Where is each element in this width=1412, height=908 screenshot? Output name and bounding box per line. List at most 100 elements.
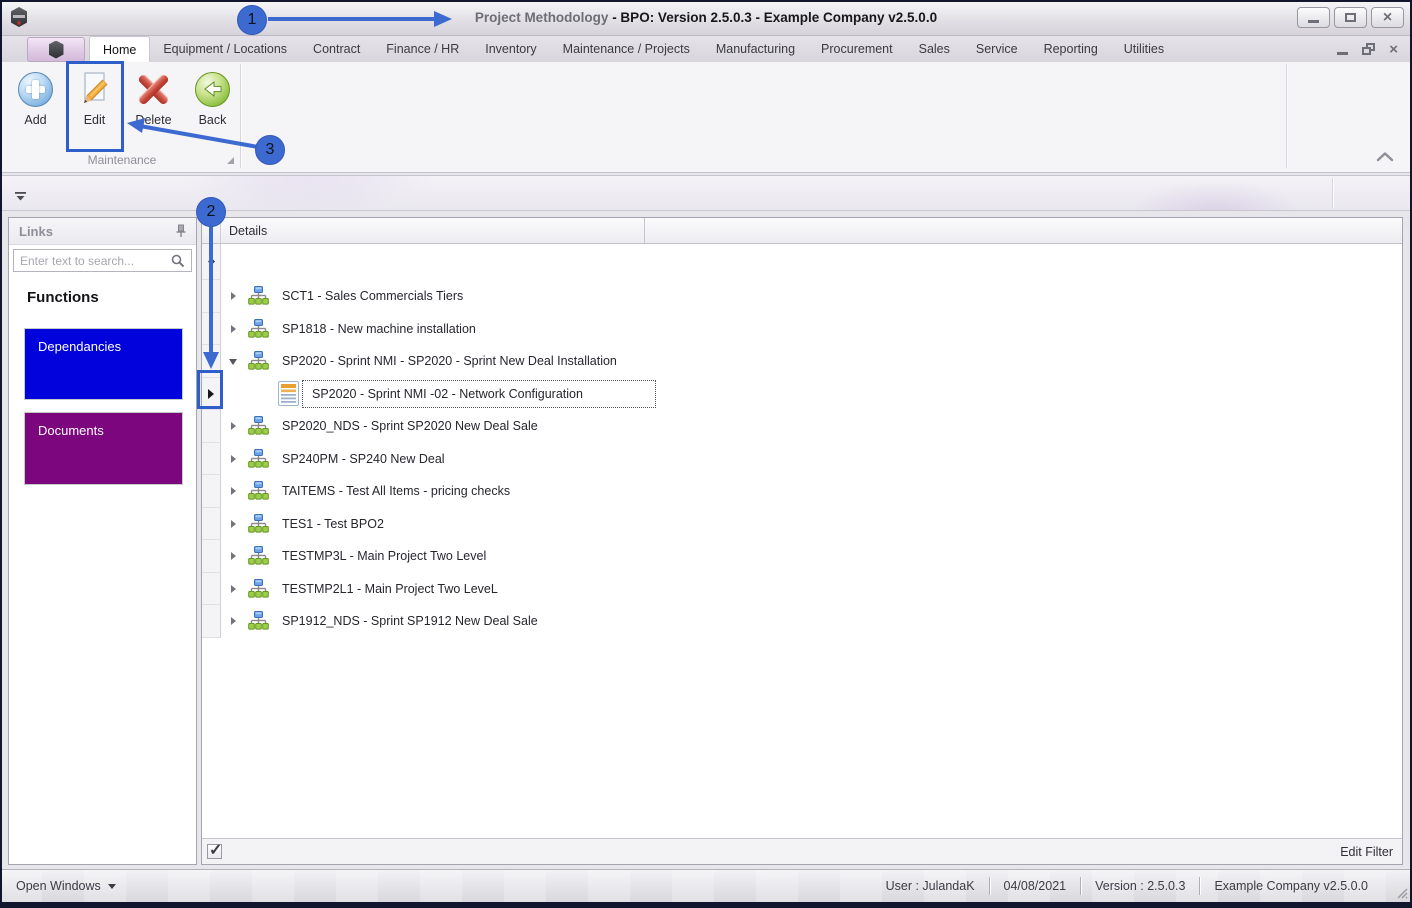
bar-collapse-icon[interactable]: [14, 189, 27, 207]
expander-icon[interactable]: [229, 485, 239, 497]
pin-icon[interactable]: [175, 224, 187, 238]
mdi-minimize-icon[interactable]: [1337, 51, 1349, 55]
expander-icon[interactable]: [229, 518, 239, 530]
tree-row[interactable]: SP240PM - SP240 New Deal: [202, 442, 1402, 475]
empty-column-header: [645, 218, 1402, 243]
status-bar: Open Windows User : JulandaK 04/08/2021 Ve…: [0, 869, 1412, 902]
chevron-up-icon: [1376, 152, 1394, 162]
tree-row[interactable]: TESTMP3L - Main Project Two Level: [202, 540, 1402, 573]
chevron-down-icon: [107, 883, 116, 889]
ribbon: Add Edit Delete Back Maintenance: [0, 62, 1412, 173]
resize-grip-icon[interactable]: [1396, 887, 1408, 899]
tab-sales[interactable]: Sales: [906, 36, 963, 62]
tree-item-label[interactable]: SP2020_NDS - Sprint SP2020 New Deal Sale: [282, 419, 538, 433]
tree-row[interactable]: SP1912_NDS - Sprint SP1912 New Deal Sale: [202, 605, 1402, 638]
annotation-step-2: 2: [196, 197, 226, 227]
application-menu-button[interactable]: [27, 37, 85, 62]
mdi-close-icon[interactable]: ×: [1389, 42, 1398, 57]
tab-contract[interactable]: Contract: [300, 36, 373, 62]
tree-row[interactable]: TES1 - Test BPO2: [202, 507, 1402, 540]
maximize-button[interactable]: [1334, 7, 1367, 28]
tab-equipment-locations[interactable]: Equipment / Locations: [150, 36, 300, 62]
magnifier-icon[interactable]: [171, 254, 185, 268]
title-bar: Project Methodology - BPO: Version 2.5.0…: [0, 0, 1412, 36]
focused-row-arrow-icon: [208, 388, 214, 399]
tree-row[interactable]: TAITEMS - Test All Items - pricing check…: [202, 475, 1402, 508]
selected-row-focus-box[interactable]: SP2020 - Sprint NMI -02 - Network Config…: [302, 379, 656, 408]
back-button[interactable]: Back: [187, 66, 238, 127]
filter-checkbox[interactable]: [207, 840, 222, 860]
tab-reporting[interactable]: Reporting: [1031, 36, 1111, 62]
tree-row[interactable]: SCT1 - Sales Commercials Tiers: [202, 280, 1402, 313]
function-item-documents[interactable]: Documents: [24, 412, 183, 485]
row-indicator-cell: [202, 540, 221, 573]
project-tree-icon: [248, 611, 269, 631]
application-window: Project Methodology - BPO: Version 2.5.0…: [0, 0, 1412, 908]
add-button[interactable]: Add: [10, 66, 61, 127]
dialog-launcher-icon[interactable]: [227, 157, 234, 164]
tree-item-label[interactable]: SCT1 - Sales Commercials Tiers: [282, 289, 463, 303]
collapse-ribbon-button[interactable]: [1372, 147, 1398, 167]
grid-header-row: Details: [202, 218, 1402, 244]
mdi-restore-icon[interactable]: [1362, 43, 1376, 55]
tab-service[interactable]: Service: [963, 36, 1031, 62]
close-button[interactable]: ×: [1371, 7, 1404, 28]
row-indicator-cell: [202, 312, 221, 345]
tree-item-label[interactable]: TESTMP3L - Main Project Two Level: [282, 549, 486, 563]
tree-item-label[interactable]: TAITEMS - Test All Items - pricing check…: [282, 484, 510, 498]
tree-item-label[interactable]: SP1818 - New machine installation: [282, 322, 476, 336]
row-indicator-cell: [202, 410, 221, 443]
tree-item-label[interactable]: SP240PM - SP240 New Deal: [282, 452, 445, 466]
back-icon: [195, 71, 230, 107]
tree-item-label[interactable]: TESTMP2L1 - Main Project Two LeveL: [282, 582, 498, 596]
tab-home[interactable]: Home: [89, 36, 151, 62]
links-panel: Links Functions Dependancies Documents: [8, 217, 197, 865]
tab-finance-hr[interactable]: Finance / HR: [373, 36, 472, 62]
row-indicator-cell: [202, 475, 221, 508]
project-tree-icon: [248, 286, 269, 306]
tree-row[interactable]: SP1818 - New machine installation: [202, 312, 1402, 345]
open-windows-button[interactable]: Open Windows: [16, 879, 116, 893]
tab-procurement[interactable]: Procurement: [808, 36, 906, 62]
tab-manufacturing[interactable]: Manufacturing: [703, 36, 808, 62]
tree-row[interactable]: TESTMP2L1 - Main Project Two LeveL: [202, 572, 1402, 605]
expander-icon[interactable]: [229, 615, 239, 627]
search-input[interactable]: [14, 253, 171, 268]
expander-icon[interactable]: [229, 355, 239, 367]
expander-icon[interactable]: [229, 323, 239, 335]
delete-icon: [136, 72, 171, 107]
expander-icon[interactable]: [229, 583, 239, 595]
ribbon-separator: [1286, 64, 1287, 168]
open-windows-label: Open Windows: [16, 879, 101, 893]
project-tree-icon: [248, 481, 269, 501]
links-panel-title: Links: [19, 223, 53, 239]
tree-item-label[interactable]: SP2020 - Sprint NMI -02 - Network Config…: [312, 387, 583, 401]
tab-inventory[interactable]: Inventory: [472, 36, 549, 62]
tree-item-label[interactable]: SP2020 - Sprint NMI - SP2020 - Sprint Ne…: [282, 354, 617, 368]
tab-utilities[interactable]: Utilities: [1111, 36, 1177, 62]
edit-filter-link[interactable]: Edit Filter: [1340, 845, 1393, 859]
details-grid: Details SCT1 - Sales Commercials Tiers S…: [201, 217, 1403, 865]
expander-icon[interactable]: [229, 290, 239, 302]
tree-item-label[interactable]: TES1 - Test BPO2: [282, 517, 384, 531]
function-item-dependancies[interactable]: Dependancies: [24, 328, 183, 400]
tree-item-label[interactable]: SP1912_NDS - Sprint SP1912 New Deal Sale: [282, 614, 538, 628]
edit-button[interactable]: Edit: [69, 66, 120, 127]
ribbon-tab-row: Home Equipment / Locations Contract Finance…: [0, 36, 1412, 62]
tree-row[interactable]: SP2020 - Sprint NMI -02 - Network Config…: [202, 377, 1402, 410]
links-panel-header: Links: [9, 218, 196, 245]
statusbar-cell: Version : 2.5.0.3: [1095, 879, 1186, 893]
statusbar-cell: 04/08/2021: [1003, 879, 1067, 893]
minimize-icon: [1308, 19, 1319, 23]
details-column-header[interactable]: Details: [221, 218, 645, 243]
row-indicator-cell: [202, 244, 221, 280]
minimize-button[interactable]: [1297, 7, 1330, 28]
expander-icon[interactable]: [229, 420, 239, 432]
tree-row[interactable]: SP2020 - Sprint NMI - SP2020 - Sprint Ne…: [202, 345, 1402, 378]
expander-icon[interactable]: [229, 550, 239, 562]
expander-icon[interactable]: [229, 453, 239, 465]
tab-maintenance-projects[interactable]: Maintenance / Projects: [550, 36, 703, 62]
delete-button[interactable]: Delete: [128, 66, 179, 127]
grid-empty-row: [202, 244, 1402, 280]
tree-row[interactable]: SP2020_NDS - Sprint SP2020 New Deal Sale: [202, 410, 1402, 443]
